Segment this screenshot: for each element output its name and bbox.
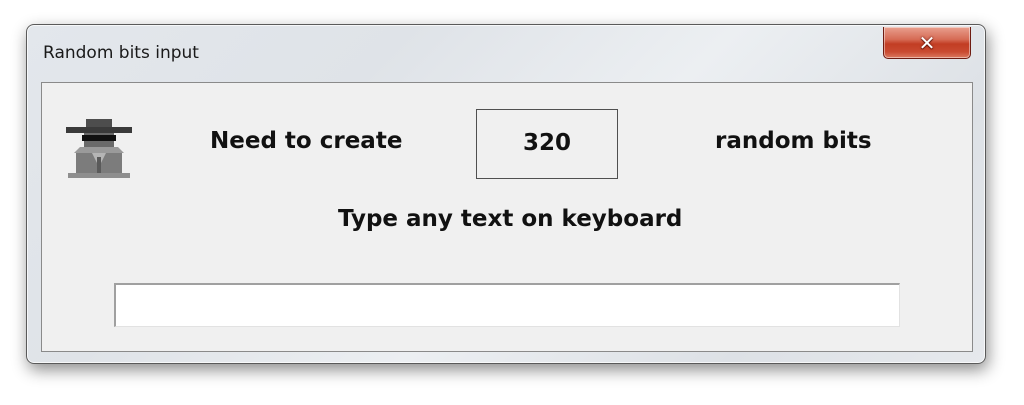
close-x-icon: ✕ [918,31,936,55]
instruction-label: Type any text on keyboard [338,206,683,232]
keyboard-text-input[interactable] [114,283,900,327]
dialog-client-area: Need to create 320 random bits Type any … [41,82,973,352]
close-button[interactable]: ✕ [883,27,971,59]
need-to-create-label: Need to create [210,128,403,154]
title-bar[interactable]: Random bits input ✕ [27,25,985,81]
dialog-window: Random bits input ✕ Need to create 320 r… [26,24,986,364]
window-title: Random bits input [43,43,199,63]
spy-icon [66,119,132,178]
screen: Random bits input ✕ Need to create 320 r… [0,0,1024,405]
random-bits-label: random bits [715,128,872,154]
bits-count-display: 320 [476,109,618,179]
